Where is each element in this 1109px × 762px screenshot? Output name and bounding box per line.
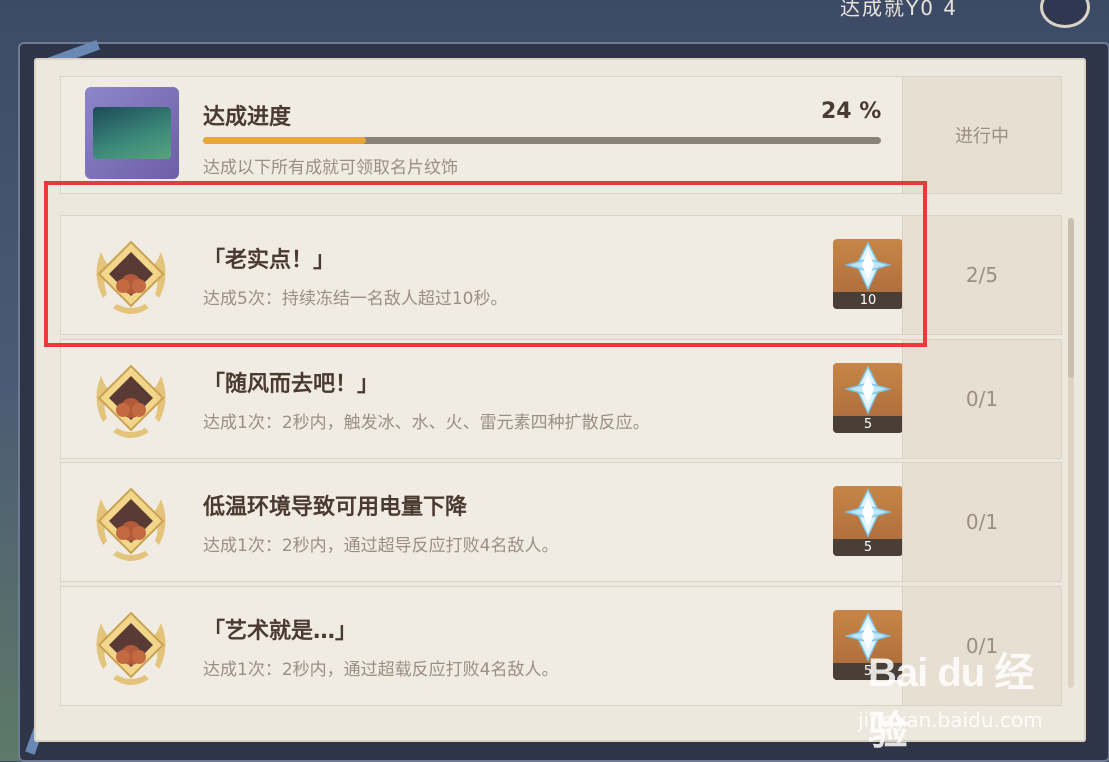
reward-item[interactable]: 5 [833,363,903,433]
achievement-description: 达成1次：2秒内，触发冰、水、火、雷元素四种扩散反应。 [203,413,650,433]
reward-count: 5 [833,416,903,433]
achievement-row[interactable]: 「随风而去吧！」达成1次：2秒内，触发冰、水、火、雷元素四种扩散反应。 5 0/1 [60,339,1062,459]
namecard-image [93,107,171,159]
window-title-fragment: 达成就Y0 4 [840,0,959,20]
progress-fill [203,137,366,144]
highlight-box [44,181,927,347]
achievement-progress: 0/1 [965,387,999,411]
status-label: 进行中 [955,126,1009,147]
achievement-description: 达成1次：2秒内，通过超载反应打败4名敌人。 [203,660,559,680]
watermark: Bai du 经验 jingyan.baidu.com [858,640,1068,753]
progress-bar [203,137,881,144]
close-ring-icon[interactable] [1040,0,1090,28]
achievement-title: 「随风而去吧！」 [203,372,380,397]
watermark-logo: Bai du 经验 [868,651,1034,753]
laurel-badge-icon [83,475,179,571]
achievement-title: 低温环境导致可用电量下降 [203,495,468,520]
scrollbar-thumb[interactable] [1068,218,1074,378]
reward-count: 5 [833,539,903,556]
achievement-progress: 0/1 [965,510,999,534]
achievement-row[interactable]: 低温环境导致可用电量下降达成1次：2秒内，通过超导反应打败4名敌人。 5 0/1 [60,462,1062,582]
summary-description: 达成以下所有成就可领取名片纹饰 [203,158,458,178]
achievement-summary: 达成进度 24 % 达成以下所有成就可领取名片纹饰 进行中 [60,76,1062,194]
achievement-title: 「艺术就是…」 [203,619,358,644]
laurel-badge-icon [83,352,179,448]
achievement-description: 达成1次：2秒内，通过超导反应打败4名敌人。 [203,536,559,556]
watermark-url: jingyan.baidu.com [858,708,1043,732]
summary-title: 达成进度 [203,105,292,130]
summary-percent: 24 % [821,99,882,124]
scrollbar[interactable] [1068,218,1074,688]
reward-item[interactable]: 5 [833,486,903,556]
namecard-preview [85,87,179,179]
laurel-badge-icon [83,599,179,695]
